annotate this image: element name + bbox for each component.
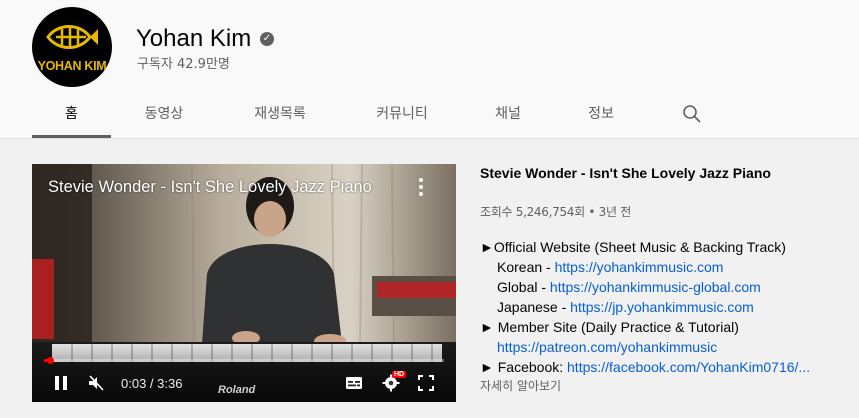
mute-icon[interactable] xyxy=(88,374,104,392)
tab-about[interactable]: 정보 xyxy=(580,100,622,138)
fish-logo-icon xyxy=(46,25,98,49)
fullscreen-icon[interactable] xyxy=(418,374,434,392)
desc-line-japanese: Japanese - https://jp.yohankimmusic.com xyxy=(480,297,850,317)
desc-label-korean: Korean - xyxy=(497,259,555,275)
link-patreon[interactable]: https://patreon.com/yohankimmusic xyxy=(497,339,717,355)
tab-playlists[interactable]: 재생목록 xyxy=(240,100,320,138)
desc-line-korean: Korean - https://yohankimmusic.com xyxy=(480,257,850,277)
time-display: 0:03 / 3:36 xyxy=(121,376,183,391)
logo-text: YOHAN KIM xyxy=(37,59,107,73)
video-description-panel: Stevie Wonder - Isn't She Lovely Jazz Pi… xyxy=(480,165,850,394)
desc-label-japanese: Japanese - xyxy=(497,299,571,315)
desc-line-patreon: https://patreon.com/yohankimmusic xyxy=(480,337,850,357)
desc-line-website: ►Official Website (Sheet Music & Backing… xyxy=(480,239,786,255)
tab-channels[interactable]: 채널 xyxy=(487,100,529,138)
link-japanese[interactable]: https://jp.yohankimmusic.com xyxy=(570,299,754,315)
desc-line-facebook: ► Facebook: https://facebook.com/YohanKi… xyxy=(480,357,850,377)
channel-header: YOHAN KIM Yohan Kim ✓ 구독자 42.9만명 홈 동영상 재… xyxy=(0,0,859,138)
video-meta: 조회수 5,246,754회 • 3년 전 xyxy=(480,205,631,219)
video-player[interactable]: Stevie Wonder - Isn't She Lovely Jazz Pi… xyxy=(32,164,456,402)
tab-videos[interactable]: 동영상 xyxy=(132,100,196,138)
subtitles-icon[interactable] xyxy=(345,374,363,392)
video-title[interactable]: Stevie Wonder - Isn't She Lovely Jazz Pi… xyxy=(480,165,850,181)
verified-badge-icon: ✓ xyxy=(260,32,274,46)
featured-section: Stevie Wonder - Isn't She Lovely Jazz Pi… xyxy=(0,138,859,418)
link-facebook[interactable]: https://facebook.com/YohanKim0716/... xyxy=(567,359,810,375)
tab-home[interactable]: 홈 xyxy=(32,100,111,138)
piano-brand-label: Roland xyxy=(218,384,256,396)
read-more-button[interactable]: 자세히 알아보기 xyxy=(480,377,850,394)
tab-community[interactable]: 커뮤니티 xyxy=(362,100,442,138)
settings-control[interactable]: HD xyxy=(382,371,407,392)
search-icon[interactable] xyxy=(682,104,702,124)
description-text: ►Official Website (Sheet Music & Backing… xyxy=(480,237,850,377)
more-options-icon[interactable] xyxy=(416,178,426,196)
subscriber-count: 구독자 42.9만명 xyxy=(137,57,230,72)
link-korean[interactable]: https://yohankimmusic.com xyxy=(555,259,724,275)
link-global[interactable]: https://yohankimmusic-global.com xyxy=(550,279,761,295)
player-title[interactable]: Stevie Wonder - Isn't She Lovely Jazz Pi… xyxy=(48,178,372,197)
progress-bar[interactable] xyxy=(44,357,444,364)
hd-badge: HD xyxy=(392,371,407,378)
desc-line-member: ► Member Site (Daily Practice & Tutorial… xyxy=(480,319,739,335)
progress-scrubber[interactable] xyxy=(46,357,54,364)
channel-name: Yohan Kim xyxy=(136,25,252,52)
desc-line-global: Global - https://yohankimmusic-global.co… xyxy=(480,277,850,297)
desc-label-global: Global - xyxy=(497,279,550,295)
channel-avatar[interactable]: YOHAN KIM xyxy=(32,7,112,87)
pause-icon[interactable] xyxy=(54,374,68,392)
desc-label-facebook: ► Facebook: xyxy=(480,359,568,375)
